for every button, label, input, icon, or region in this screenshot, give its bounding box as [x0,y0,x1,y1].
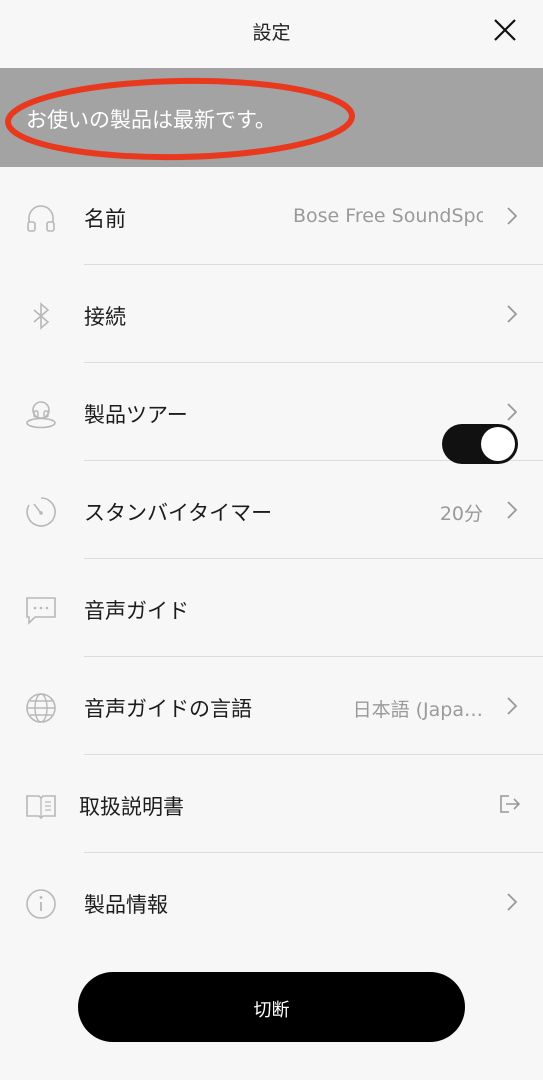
chevron-right-icon [507,501,518,519]
settings-item-label: 音声ガイド [84,599,189,623]
settings-item-label: 名前 [84,207,126,231]
earbud-tour-icon [26,401,56,429]
settings-item-label: 音声ガイドの言語 [84,697,252,721]
settings-item-name[interactable]: 名前 Bose Free SoundSport [0,167,543,265]
chevron-right-icon [507,893,518,911]
settings-item-value: Bose Free SoundSport [293,205,483,227]
disconnect-button[interactable]: 切断 [78,972,465,1042]
settings-item-standby-timer[interactable]: スタンバイタイマー 20分 [0,461,543,559]
book-icon [26,795,56,820]
settings-item-voice-prompts: 音声ガイド [0,559,543,657]
disconnect-button-label: 切断 [253,1000,290,1021]
chevron-right-icon [507,697,518,715]
settings-item-value: 20分 [439,503,483,525]
voice-prompts-toggle[interactable] [442,424,518,464]
external-link-icon [500,795,521,813]
globe-icon [26,693,56,723]
settings-item-value: 日本語 (Japa… [352,699,483,721]
close-icon[interactable] [493,18,517,42]
settings-item-voice-prompt-language[interactable]: 音声ガイドの言語 日本語 (Japa… [0,657,543,755]
settings-item-owners-guide[interactable]: 取扱説明書 [0,755,543,853]
bluetooth-icon [33,302,50,330]
toggle-knob [481,427,515,461]
update-status-banner: お使いの製品は最新です。 [0,68,543,167]
speech-bubble-icon [26,597,56,625]
chevron-right-icon [507,207,518,225]
headphones-icon [27,205,55,232]
red-ellipse-annotation [5,77,355,161]
chevron-right-icon [507,403,518,421]
settings-item-label: 製品情報 [84,893,168,917]
settings-item-product-info[interactable]: 製品情報 [0,853,543,951]
chevron-right-icon [507,305,518,323]
settings-item-label: 製品ツアー [84,403,188,427]
settings-item-label: 取扱説明書 [79,795,184,819]
settings-item-label: スタンバイタイマー [84,501,273,525]
page-title: 設定 [252,22,291,44]
settings-item-label: 接続 [84,305,126,329]
info-icon [26,889,56,919]
header: 設定 [0,0,543,68]
timer-icon [26,497,56,527]
settings-item-connection[interactable]: 接続 [0,265,543,363]
settings-list: 名前 Bose Free SoundSport 接続 製品ツアー スタンバイタイ… [0,167,543,951]
